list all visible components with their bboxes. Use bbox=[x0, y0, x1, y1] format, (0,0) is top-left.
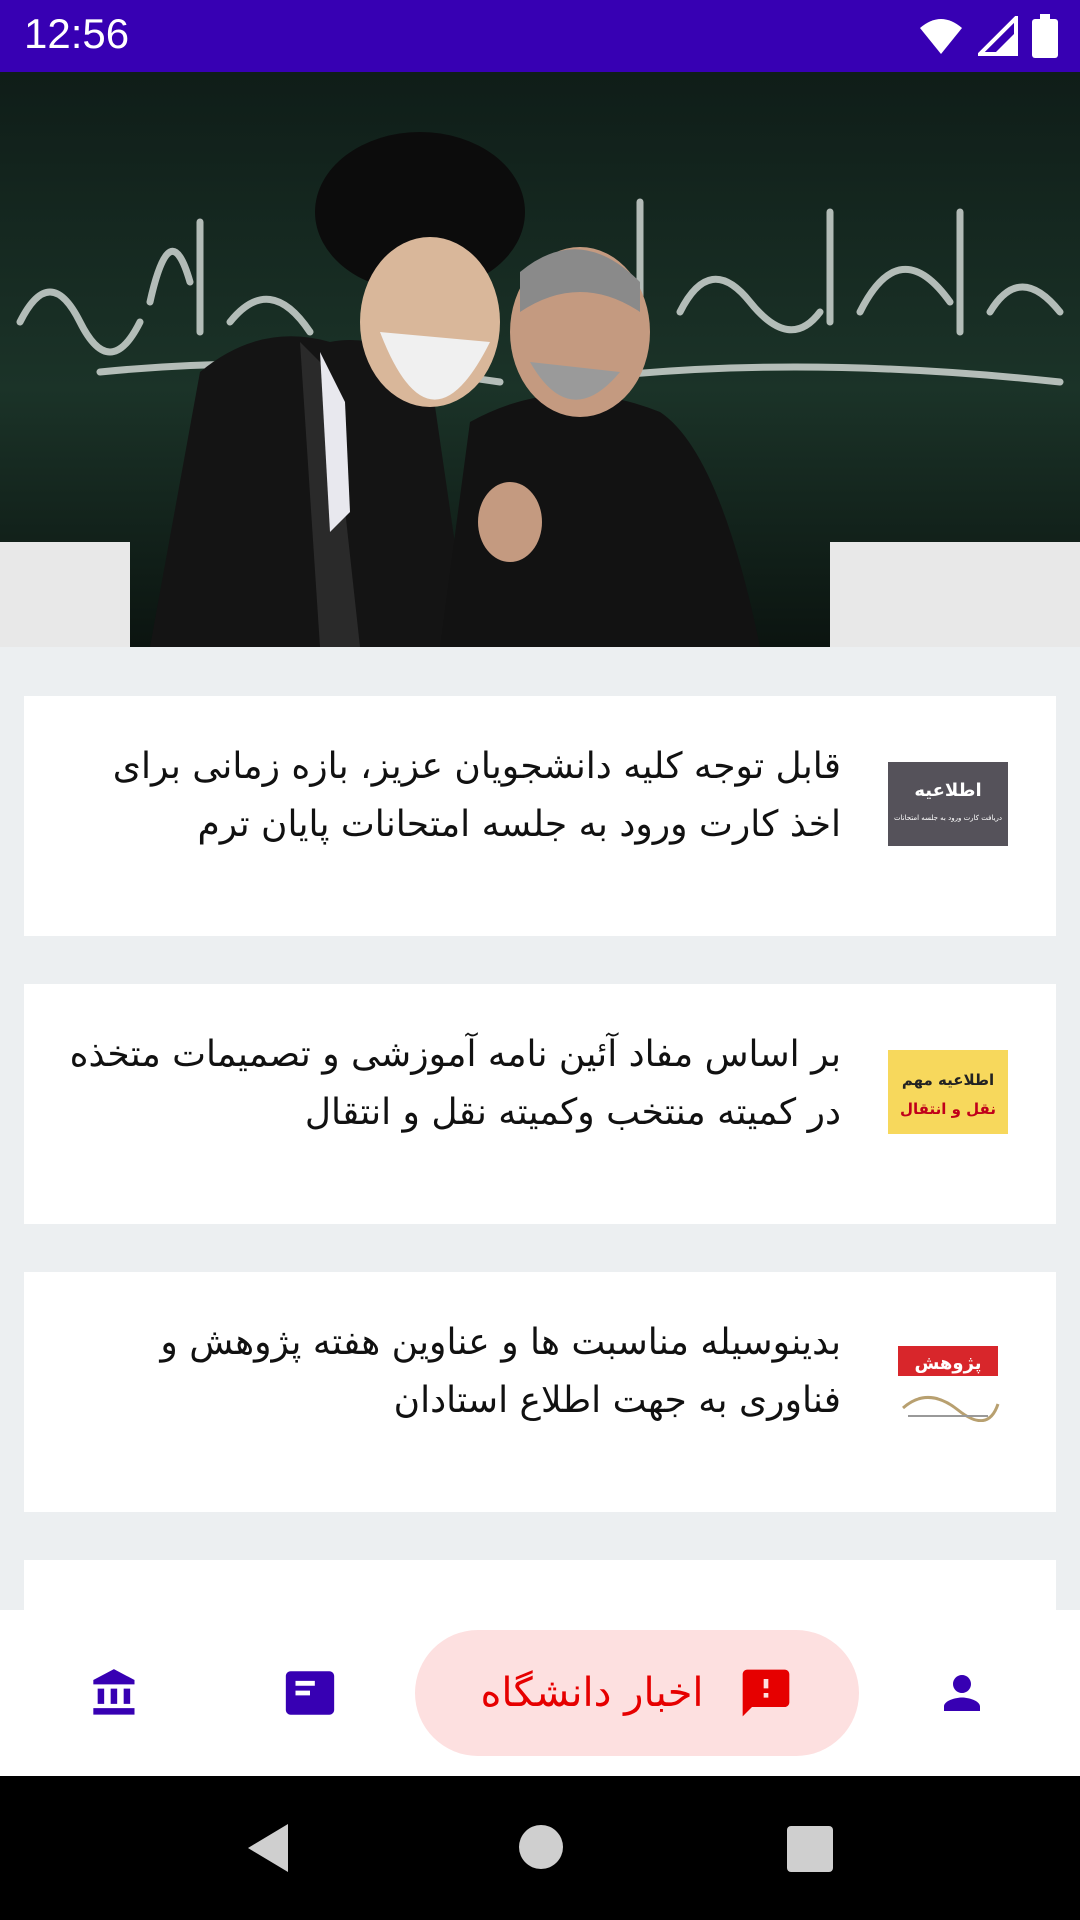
nav-active-label: اخبار دانشگاه bbox=[480, 1670, 704, 1716]
nav-profile[interactable] bbox=[917, 1610, 1007, 1776]
thumb-subtitle: نقل و انتقال bbox=[900, 1100, 996, 1118]
thumb-title: اطلاعیه مهم bbox=[902, 1071, 994, 1089]
news-title: بدینوسیله مناسبت ها و عناوین هفته پژوهش … bbox=[160, 1322, 841, 1421]
person-icon bbox=[944, 1675, 980, 1711]
status-bar: 12:56 bbox=[0, 0, 1080, 72]
hero-slider[interactable] bbox=[0, 72, 1080, 647]
wifi-icon bbox=[920, 19, 962, 54]
news-card[interactable]: بدینوسیله مناسبت ها و عناوین هفته پژوهش … bbox=[24, 1272, 1056, 1512]
university-icon bbox=[93, 1669, 135, 1715]
nav-university[interactable] bbox=[70, 1610, 160, 1776]
news-thumbnail: اطلاعیه مهم نقل و انتقال bbox=[888, 1050, 1008, 1134]
recents-icon[interactable] bbox=[787, 1826, 833, 1872]
back-icon[interactable] bbox=[244, 1822, 292, 1874]
nav-articles[interactable] bbox=[265, 1610, 355, 1776]
news-card[interactable]: بر اساس مفاد آئین نامه آموزشی و تصمیمات … bbox=[24, 984, 1056, 1224]
status-icons bbox=[918, 14, 1058, 58]
news-title: بر اساس مفاد آئین نامه آموزشی و تصمیمات … bbox=[69, 1034, 841, 1133]
home-icon[interactable] bbox=[518, 1824, 564, 1870]
news-thumbnail: پژوهش bbox=[888, 1338, 1008, 1422]
status-time: 12:56 bbox=[24, 10, 130, 57]
article-icon bbox=[285, 1671, 335, 1715]
nav-university-news[interactable]: اخبار دانشگاه bbox=[415, 1630, 859, 1756]
battery-icon bbox=[1032, 14, 1058, 58]
bottom-navigation: اخبار دانشگاه bbox=[0, 1610, 1080, 1776]
news-title: قابل توجه کلیه دانشجویان عزیز، بازه زمان… bbox=[112, 746, 841, 845]
thumb-title: پژوهش bbox=[914, 1353, 981, 1374]
news-card[interactable]: قابل توجه کلیه دانشجویان عزیز، بازه زمان… bbox=[24, 696, 1056, 936]
news-thumbnail: اطلاعیه دریافت کارت ورود به جلسه امتحانا… bbox=[888, 762, 1008, 846]
system-navigation-bar bbox=[0, 1776, 1080, 1920]
thumb-subtitle: دریافت کارت ورود به جلسه امتحانات bbox=[894, 814, 1002, 822]
signal-icon bbox=[978, 16, 1018, 56]
hero-image bbox=[0, 72, 1080, 647]
thumb-title: اطلاعیه bbox=[914, 780, 981, 801]
report-icon bbox=[742, 1669, 789, 1717]
